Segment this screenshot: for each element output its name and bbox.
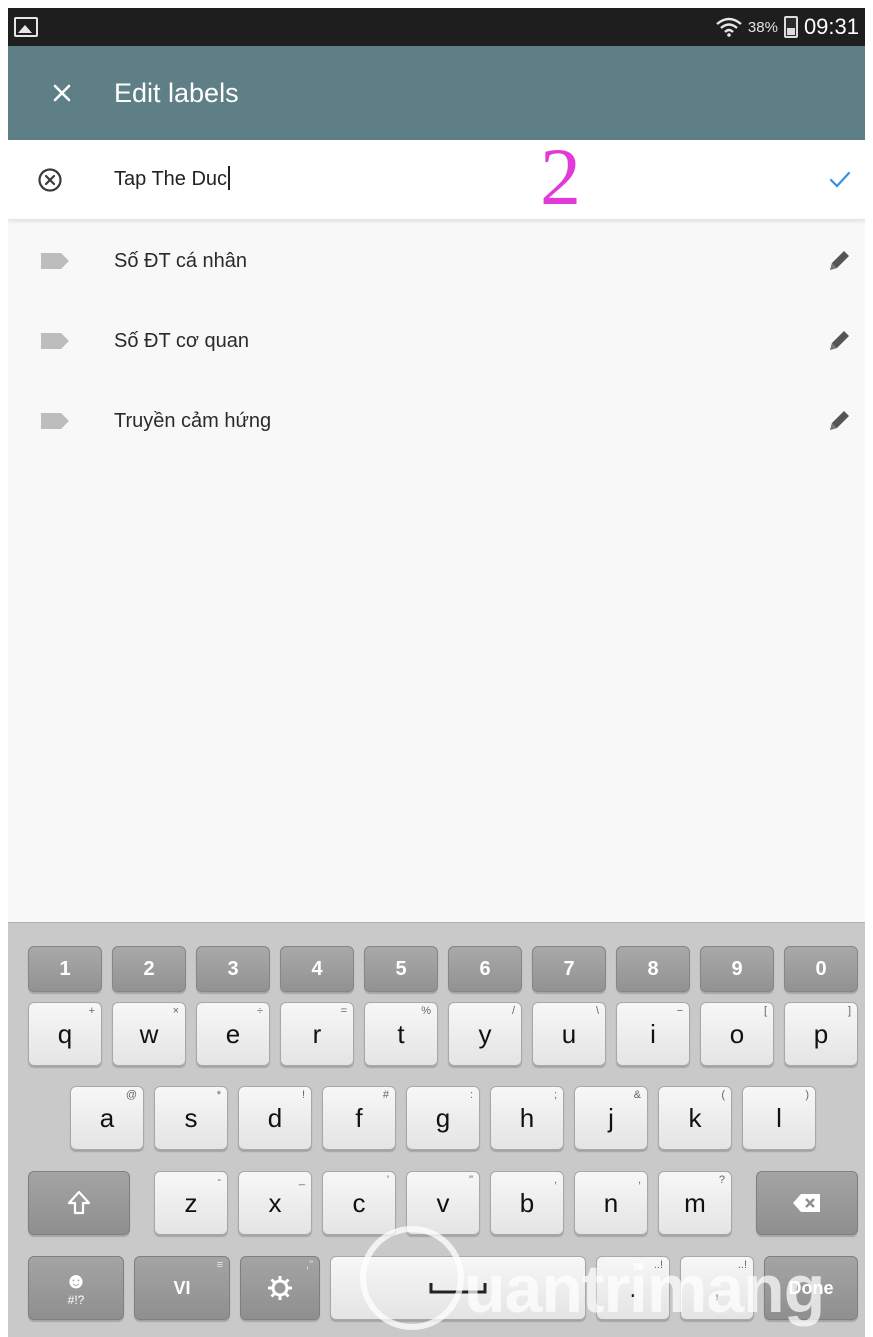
soft-keyboard: 1 2 3 4 5 6 7 8 9 0 q + w × e ÷ r = t% y / u \… [8, 922, 865, 1337]
emoji-icon: ☻ [64, 1268, 88, 1293]
key-7[interactable]: 7 [532, 946, 606, 992]
backspace-button[interactable] [756, 1171, 858, 1235]
shift-button[interactable] [28, 1171, 130, 1235]
label-name: Số ĐT cơ quan [114, 330, 250, 352]
key-j[interactable]: j & [574, 1086, 648, 1150]
label-name: Truyền cảm hứng [114, 410, 272, 432]
key-1[interactable]: 1 [28, 946, 102, 992]
space-bar[interactable] [330, 1256, 586, 1320]
key-h[interactable]: h; [490, 1086, 564, 1150]
shift-icon [67, 1190, 91, 1215]
key-f[interactable]: f # [322, 1086, 396, 1150]
backspace-icon [793, 1194, 820, 1212]
edit-pencil-icon[interactable] [826, 328, 852, 354]
clear-circle-icon[interactable] [37, 167, 63, 193]
label-row[interactable]: Truyền cảm hứng [8, 382, 865, 462]
settings-button[interactable]: ," [240, 1256, 320, 1320]
key-6[interactable]: 6 [448, 946, 522, 992]
page-title: Edit labels [114, 77, 239, 108]
label-name-input[interactable]: Tap The Duc [114, 166, 231, 191]
text-cursor [228, 166, 231, 190]
screen: 38% 09:31 Edit labels Tap The Duc 2 Số Đ… [8, 8, 865, 1337]
key-z[interactable]: z- [154, 1171, 228, 1235]
key-p[interactable]: p] [784, 1002, 858, 1066]
battery-percent: 38% [747, 18, 778, 36]
key-e[interactable]: e ÷ [196, 1002, 270, 1066]
key-v[interactable]: v " [406, 1171, 480, 1235]
key-5[interactable]: 5 [364, 946, 438, 992]
close-icon[interactable] [40, 71, 84, 115]
key-8[interactable]: 8 [616, 946, 690, 992]
battery-charging-icon [783, 16, 798, 38]
key-c[interactable]: c ' [322, 1171, 396, 1235]
key-2[interactable]: 2 [112, 946, 186, 992]
key-y[interactable]: y / [448, 1002, 522, 1066]
key-w[interactable]: w × [112, 1002, 186, 1066]
done-button[interactable]: Done [764, 1256, 858, 1320]
clock: 09:31 [803, 14, 859, 39]
key-d[interactable]: d! [238, 1086, 312, 1150]
key-t[interactable]: t% [364, 1002, 438, 1066]
label-tag-icon [41, 413, 69, 429]
gallery-icon [14, 17, 38, 37]
status-bar: 38% 09:31 [8, 8, 865, 46]
key-q[interactable]: q + [28, 1002, 102, 1066]
language-button[interactable]: VI ≡ [134, 1256, 230, 1320]
label-row[interactable]: Số ĐT cơ quan [8, 302, 865, 382]
key-3[interactable]: 3 [196, 946, 270, 992]
label-tag-icon [41, 333, 69, 349]
app-bar: Edit labels [8, 46, 865, 140]
label-name: Số ĐT cá nhân [114, 250, 248, 272]
space-icon [429, 1283, 487, 1294]
key-l[interactable]: l) [742, 1086, 816, 1150]
check-icon[interactable] [828, 170, 852, 190]
key-u[interactable]: u \ [532, 1002, 606, 1066]
key-i[interactable]: i − [616, 1002, 690, 1066]
label-row[interactable]: Số ĐT cá nhân [8, 222, 865, 302]
key-4[interactable]: 4 [280, 946, 354, 992]
key-s[interactable]: s * [154, 1086, 228, 1150]
edit-pencil-icon[interactable] [826, 248, 852, 274]
key-9[interactable]: 9 [700, 946, 774, 992]
key-a[interactable]: a @ [70, 1086, 144, 1150]
edit-pencil-icon[interactable] [826, 408, 852, 434]
wifi-icon [716, 17, 742, 37]
key-0[interactable]: 0 [784, 946, 858, 992]
key-b[interactable]: b, [490, 1171, 564, 1235]
key-n[interactable]: n, [574, 1171, 648, 1235]
key-o[interactable]: o[ [700, 1002, 774, 1066]
label-tag-icon [41, 253, 69, 269]
key-x[interactable]: x _ [238, 1171, 312, 1235]
key-period[interactable]: ...! [596, 1256, 670, 1320]
key-k[interactable]: k( [658, 1086, 732, 1150]
key-m[interactable]: m? [658, 1171, 732, 1235]
step-annotation: 2 [540, 131, 581, 222]
settings-gear-icon [268, 1276, 292, 1300]
key-comma[interactable]: ,..! [680, 1256, 754, 1320]
key-g[interactable]: g: [406, 1086, 480, 1150]
emoji-symbols-button[interactable]: ☻ #!? [28, 1256, 124, 1320]
key-r[interactable]: r = [280, 1002, 354, 1066]
new-label-row: Tap The Duc [8, 140, 865, 220]
